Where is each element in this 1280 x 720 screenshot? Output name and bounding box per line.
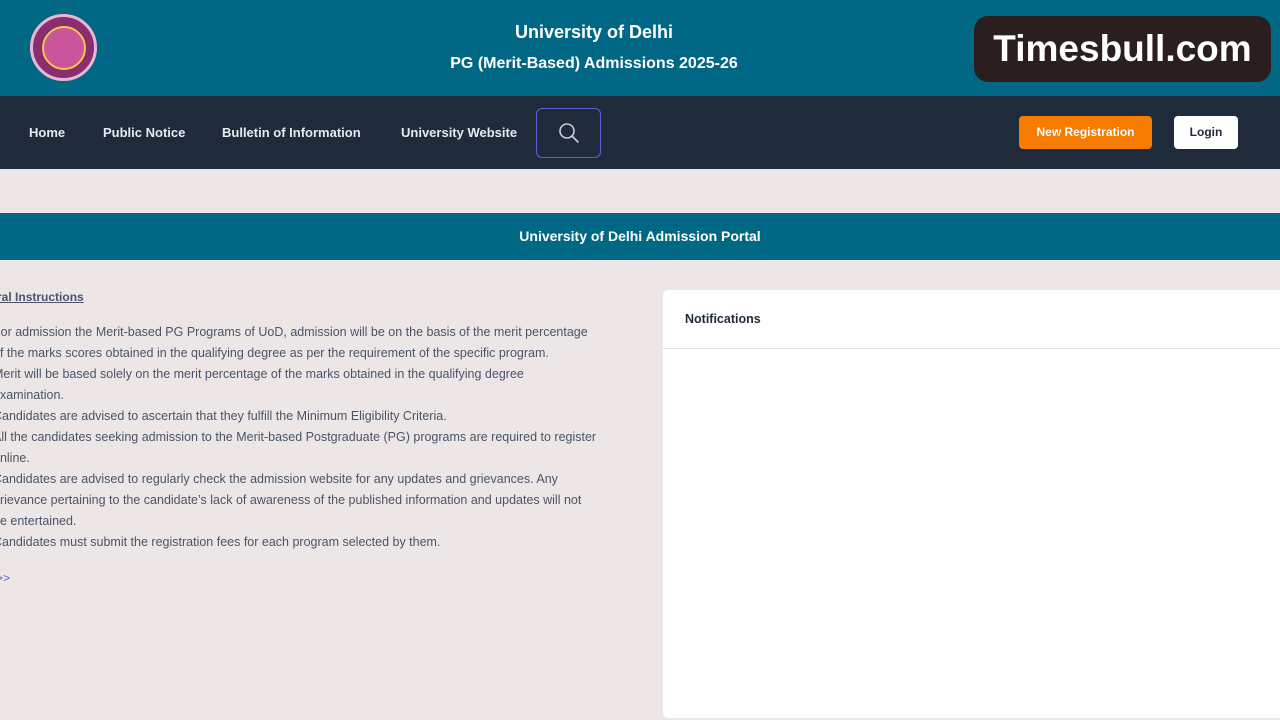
instruction-line: of the marks scores obtained in the qual… xyxy=(0,346,549,360)
notifications-divider xyxy=(663,348,1280,349)
header-title-block: University of Delhi PG (Merit-Based) Adm… xyxy=(394,20,794,76)
search-button[interactable] xyxy=(536,108,601,158)
instruction-line: All the candidates seeking admission to … xyxy=(0,430,597,444)
instruction-line: grievance pertaining to the candidate’s … xyxy=(0,493,582,507)
instruction-line: Merit will be based solely on the merit … xyxy=(0,367,524,381)
instruction-line: examination. xyxy=(0,388,64,402)
nav-public-notice[interactable]: Public Notice xyxy=(103,96,185,169)
university-logo[interactable] xyxy=(30,14,97,81)
top-header: University of Delhi PG (Merit-Based) Adm… xyxy=(0,0,1280,96)
general-instructions: General Instructions For admission the M… xyxy=(0,290,640,590)
instruction-line: Candidates are advised to regularly chec… xyxy=(0,472,558,486)
main-navbar: Home Public Notice Bulletin of Informati… xyxy=(0,96,1280,169)
instruction-line: For admission the Merit-based PG Program… xyxy=(0,325,588,339)
nav-home[interactable]: Home xyxy=(29,96,65,169)
read-more-link[interactable]: >> xyxy=(0,571,10,585)
instruction-line: Candidates are advised to ascertain that… xyxy=(0,409,447,423)
login-button[interactable]: Login xyxy=(1174,116,1238,149)
nav-bulletin-of-information[interactable]: Bulletin of Information xyxy=(222,96,361,169)
instruction-line: Candidates must submit the registration … xyxy=(0,535,441,549)
university-name: University of Delhi xyxy=(514,22,674,42)
instruction-line: be entertained. xyxy=(0,514,77,528)
nav-university-website[interactable]: University Website xyxy=(401,96,517,169)
notifications-title: Notifications xyxy=(685,312,761,326)
search-icon xyxy=(558,123,579,143)
watermark-badge: Timesbull.com xyxy=(974,16,1271,82)
new-registration-button[interactable]: New Registration xyxy=(1019,116,1152,149)
instructions-heading[interactable]: General Instructions xyxy=(0,290,84,304)
instruction-line: online. xyxy=(0,451,30,465)
university-seal-icon xyxy=(41,25,86,70)
portal-title-bar: University of Delhi Admission Portal xyxy=(0,213,1280,260)
notifications-panel: Notifications xyxy=(663,290,1280,718)
admission-title: PG (Merit-Based) Admissions 2025-26 xyxy=(450,55,738,72)
